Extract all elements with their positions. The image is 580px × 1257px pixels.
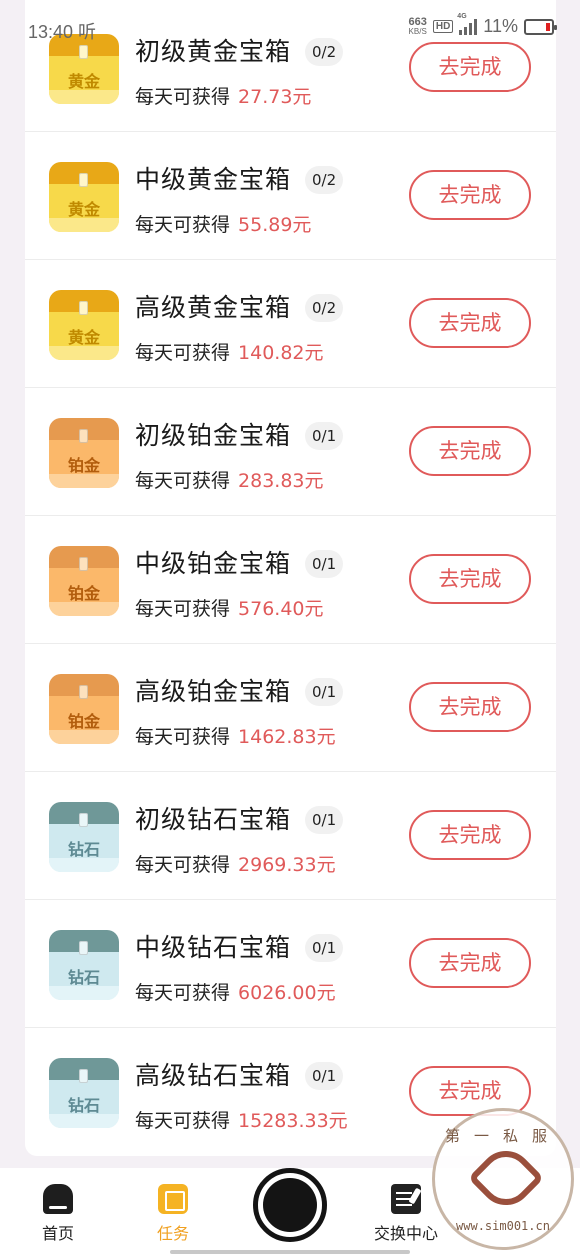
daily-reward: 每天可获得 55.89元 (135, 210, 311, 237)
go-complete-button[interactable]: 去完成 (409, 810, 531, 860)
home-icon (43, 1184, 73, 1214)
treasure-chest-icon: 钻石 (49, 802, 119, 872)
daily-reward: 每天可获得 6026.00元 (135, 978, 336, 1005)
progress-badge: 0/1 (305, 934, 344, 962)
task-row: 钻石 初级钻石宝箱 0/1 每天可获得 2969.33元 去完成 (25, 772, 556, 900)
go-complete-button[interactable]: 去完成 (409, 298, 531, 348)
daily-reward-amount: 15283.33元 (238, 1110, 348, 1132)
go-complete-button[interactable]: 去完成 (409, 42, 531, 92)
task-title: 初级铂金宝箱 (135, 421, 292, 450)
treasure-chest-icon: 铂金 (49, 418, 119, 488)
task-row: 铂金 高级铂金宝箱 0/1 每天可获得 1462.83元 去完成 (25, 644, 556, 772)
daily-reward-amount: 1462.83元 (238, 726, 336, 748)
progress-badge: 0/1 (305, 422, 344, 450)
go-complete-button[interactable]: 去完成 (409, 554, 531, 604)
task-list: 黄金 初级黄金宝箱 0/2 每天可获得 27.73元 去完成 黄金 中级黄金宝箱 … (25, 0, 556, 1156)
task-row: 铂金 中级铂金宝箱 0/1 每天可获得 576.40元 去完成 (25, 516, 556, 644)
task-title: 初级黄金宝箱 (135, 37, 292, 66)
progress-badge: 0/1 (305, 1062, 344, 1090)
treasure-chest-icon: 铂金 (49, 674, 119, 744)
chest-label: 铂金 (67, 584, 100, 603)
treasure-chest-icon: 黄金 (49, 290, 119, 360)
daily-reward-amount: 55.89元 (238, 214, 312, 236)
daily-reward: 每天可获得 27.73元 (135, 82, 311, 109)
daily-reward: 每天可获得 140.82元 (135, 338, 324, 365)
chest-label: 黄金 (67, 328, 100, 347)
nav-home[interactable]: 首页 (13, 1168, 103, 1248)
daily-reward-label: 每天可获得 (135, 214, 231, 236)
nav-tasks[interactable]: 任务 (128, 1168, 218, 1248)
daily-reward-amount: 283.83元 (238, 470, 324, 492)
task-row: 黄金 中级黄金宝箱 0/2 每天可获得 55.89元 去完成 (25, 132, 556, 260)
progress-badge: 0/2 (305, 166, 344, 194)
treasure-chest-icon: 黄金 (49, 34, 119, 104)
daily-reward: 每天可获得 576.40元 (135, 594, 324, 621)
exchange-icon (391, 1184, 421, 1214)
chest-label: 钻石 (67, 968, 100, 987)
go-complete-button[interactable]: 去完成 (409, 170, 531, 220)
task-row: 黄金 初级黄金宝箱 0/2 每天可获得 27.73元 去完成 (25, 4, 556, 132)
daily-reward-amount: 27.73元 (238, 86, 312, 108)
task-title: 中级铂金宝箱 (135, 549, 292, 578)
nav-exchange[interactable]: 交换中心 (361, 1168, 451, 1248)
home-indicator[interactable] (170, 1250, 410, 1254)
daily-reward-amount: 6026.00元 (238, 982, 336, 1004)
daily-reward-amount: 576.40元 (238, 598, 324, 620)
nav-tasks-label: 任务 (156, 1224, 189, 1243)
go-complete-button[interactable]: 去完成 (409, 938, 531, 988)
progress-badge: 0/1 (305, 806, 344, 834)
task-title: 高级钻石宝箱 (135, 1061, 292, 1090)
daily-reward: 每天可获得 1462.83元 (135, 722, 336, 749)
nav-home-label: 首页 (41, 1224, 74, 1243)
daily-reward-amount: 140.82元 (238, 342, 324, 364)
daily-reward-label: 每天可获得 (135, 1110, 231, 1132)
chest-label: 铂金 (67, 712, 100, 731)
go-complete-button[interactable]: 去完成 (409, 1066, 531, 1116)
chest-label: 钻石 (67, 1096, 100, 1115)
daily-reward-amount: 2969.33元 (238, 854, 336, 876)
daily-reward-label: 每天可获得 (135, 470, 231, 492)
treasure-chest-icon: 钻石 (49, 930, 119, 1000)
daily-reward-label: 每天可获得 (135, 86, 231, 108)
treasure-chest-icon: 钻石 (49, 1058, 119, 1128)
task-title: 中级黄金宝箱 (135, 165, 292, 194)
nav-exchange-label: 交换中心 (373, 1224, 438, 1243)
chest-label: 钻石 (67, 840, 100, 859)
progress-badge: 0/1 (305, 550, 344, 578)
task-row: 黄金 高级黄金宝箱 0/2 每天可获得 140.82元 去完成 (25, 260, 556, 388)
center-action-button[interactable] (253, 1168, 327, 1242)
chest-label: 黄金 (67, 72, 100, 91)
task-row: 钻石 高级钻石宝箱 0/1 每天可获得 15283.33元 去完成 (25, 1028, 556, 1156)
progress-badge: 0/2 (305, 294, 344, 322)
daily-reward-label: 每天可获得 (135, 726, 231, 748)
daily-reward: 每天可获得 2969.33元 (135, 850, 336, 877)
task-title: 高级铂金宝箱 (135, 677, 292, 706)
progress-badge: 0/1 (305, 678, 344, 706)
treasure-chest-icon: 铂金 (49, 546, 119, 616)
task-title: 初级钻石宝箱 (135, 805, 292, 834)
daily-reward: 每天可获得 15283.33元 (135, 1106, 348, 1133)
task-row: 铂金 初级铂金宝箱 0/1 每天可获得 283.83元 去完成 (25, 388, 556, 516)
go-complete-button[interactable]: 去完成 (409, 426, 531, 476)
task-title: 高级黄金宝箱 (135, 293, 292, 322)
chest-label: 黄金 (67, 200, 100, 219)
daily-reward-label: 每天可获得 (135, 598, 231, 620)
daily-reward: 每天可获得 283.83元 (135, 466, 324, 493)
task-title: 中级钻石宝箱 (135, 933, 292, 962)
task-row: 钻石 中级钻石宝箱 0/1 每天可获得 6026.00元 去完成 (25, 900, 556, 1028)
daily-reward-label: 每天可获得 (135, 982, 231, 1004)
tasks-icon (158, 1184, 188, 1214)
chest-label: 铂金 (67, 456, 100, 475)
daily-reward-label: 每天可获得 (135, 854, 231, 876)
go-complete-button[interactable]: 去完成 (409, 682, 531, 732)
daily-reward-label: 每天可获得 (135, 342, 231, 364)
treasure-chest-icon: 黄金 (49, 162, 119, 232)
progress-badge: 0/2 (305, 38, 344, 66)
